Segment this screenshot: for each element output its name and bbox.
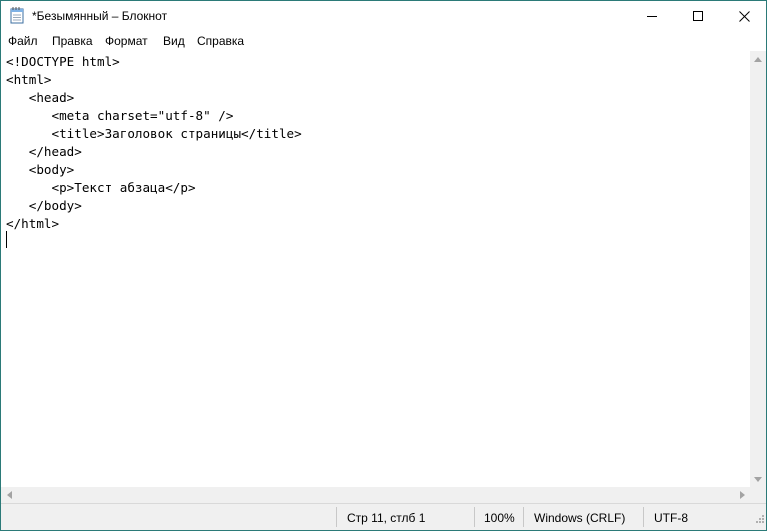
window-title: *Безымянный – Блокнот (32, 9, 168, 23)
notepad-app-icon[interactable] (10, 7, 24, 24)
vertical-scrollbar[interactable] (750, 51, 766, 487)
maximize-button[interactable] (675, 1, 721, 31)
scroll-up-arrow-icon[interactable] (750, 51, 766, 67)
resize-grip-icon[interactable] (754, 510, 764, 528)
menu-bar: Файл Правка Формат Вид Справка (1, 31, 766, 51)
menu-edit[interactable]: Правка (52, 34, 93, 48)
status-divider (336, 507, 337, 527)
menu-view[interactable]: Вид (163, 34, 185, 48)
scroll-right-arrow-icon[interactable] (734, 487, 750, 503)
horizontal-scrollbar[interactable] (1, 487, 750, 503)
close-button[interactable] (721, 1, 766, 31)
maximize-icon (693, 11, 703, 21)
scroll-down-arrow-icon[interactable] (750, 471, 766, 487)
scrollbar-corner (750, 487, 766, 503)
notepad-window: *Безымянный – Блокнот Файл Правка Формат… (0, 0, 767, 531)
status-zoom: 100% (484, 511, 515, 525)
title-bar[interactable]: *Безымянный – Блокнот (1, 1, 766, 31)
status-divider (474, 507, 475, 527)
text-editor[interactable]: <!DOCTYPE html> <html> <head> <meta char… (1, 51, 750, 487)
menu-help[interactable]: Справка (197, 34, 244, 48)
text-caret (6, 231, 7, 248)
editor-text[interactable]: <!DOCTYPE html> <html> <head> <meta char… (6, 53, 302, 233)
status-divider (643, 507, 644, 527)
status-cursor-position: Стр 11, стлб 1 (347, 511, 426, 525)
menu-file[interactable]: Файл (8, 34, 38, 48)
status-divider (523, 507, 524, 527)
status-encoding: UTF-8 (654, 511, 688, 525)
scroll-left-arrow-icon[interactable] (1, 487, 17, 503)
minimize-button[interactable] (629, 1, 675, 31)
close-icon (738, 10, 750, 22)
minimize-icon (647, 11, 657, 21)
menu-format[interactable]: Формат (105, 34, 148, 48)
status-line-endings: Windows (CRLF) (534, 511, 626, 525)
status-bar: Стр 11, стлб 1 100% Windows (CRLF) UTF-8 (1, 503, 766, 530)
